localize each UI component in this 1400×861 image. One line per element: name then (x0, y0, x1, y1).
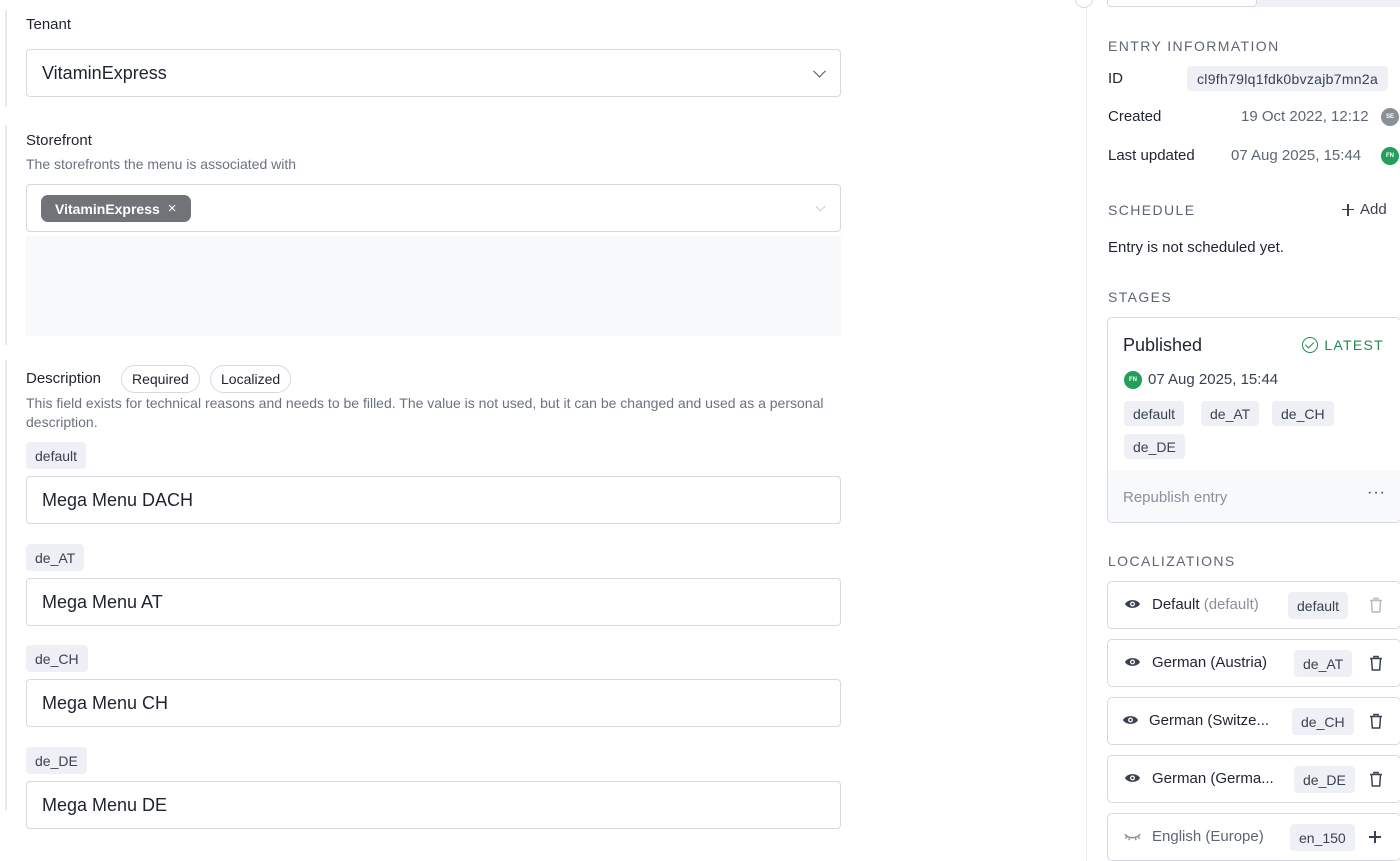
localization-label: English (Europe) (1152, 828, 1264, 845)
eye-icon[interactable] (1124, 772, 1141, 784)
eye-icon[interactable] (1122, 714, 1139, 726)
localization-row-en-150[interactable]: English (Europe) en_150 (1107, 813, 1400, 861)
check-circle-icon (1302, 337, 1319, 353)
tenant-label: Tenant (26, 16, 72, 33)
plus-icon (1342, 203, 1354, 216)
description-input-de-de[interactable]: Mega Menu DE (26, 781, 841, 829)
tenant-value: VitaminExpress (42, 62, 167, 83)
localization-suffix: (default) (1203, 596, 1259, 613)
stage-date: 07 Aug 2025, 15:44 (1148, 371, 1279, 388)
localization-code: de_DE (1294, 766, 1355, 793)
sidebar-toggle[interactable] (1075, 0, 1093, 8)
storefront-help: The storefronts the menu is associated w… (26, 156, 297, 172)
trash-icon[interactable] (1369, 655, 1383, 671)
latest-badge: LATEST (1302, 337, 1384, 353)
schedule-empty-text: Entry is not scheduled yet. (1108, 239, 1284, 256)
description-value: Mega Menu DACH (42, 489, 194, 510)
description-input-default[interactable]: Mega Menu DACH (26, 476, 841, 524)
description-value: Mega Menu AT (42, 591, 163, 612)
avatar: FN (1124, 371, 1142, 389)
eye-icon[interactable] (1124, 656, 1141, 668)
latest-label: LATEST (1324, 337, 1384, 353)
localization-row-de-at[interactable]: German (Austria) de_AT (1107, 639, 1400, 687)
localization-name: German (Switze... (1149, 712, 1270, 729)
storefront-label: Storefront (26, 132, 92, 149)
created-value: 19 Oct 2022, 12:12 (1241, 108, 1369, 125)
trash-icon[interactable] (1369, 771, 1383, 787)
localization-name: English (Europe) (1152, 828, 1264, 845)
updated-value: 07 Aug 2025, 15:44 (1231, 147, 1362, 164)
description-help: This field exists for technical reasons … (26, 395, 824, 430)
storefront-chip-label: VitaminExpress (55, 200, 160, 217)
stage-card-published: Published LATEST FN 07 Aug 2025, 15:44 d… (1107, 317, 1400, 523)
localization-name: German (Germa... (1152, 770, 1274, 787)
add-label: Add (1360, 201, 1387, 218)
eye-off-icon[interactable] (1124, 830, 1141, 842)
more-horizontal-icon[interactable]: ··· (1367, 484, 1386, 502)
entry-form: Tenant VitaminExpress Storefront The sto… (0, 0, 1060, 861)
section-rail (5, 10, 7, 107)
republish-entry-button[interactable]: Republish entry (1123, 489, 1227, 506)
entry-info-heading: ENTRY INFORMATION (1108, 38, 1280, 54)
locale-tag-de-de: de_DE (26, 747, 87, 774)
avatar: FN (1381, 147, 1399, 165)
updated-label: Last updated (1108, 147, 1195, 164)
localization-code: de_AT (1294, 650, 1353, 677)
avatar: SE (1381, 108, 1399, 126)
description-value: Mega Menu CH (42, 692, 169, 713)
stage-tag: de_DE (1124, 434, 1185, 459)
chevron-down-icon (815, 201, 826, 212)
locale-tag-default: default (26, 442, 87, 469)
section-rail (5, 360, 7, 810)
locale-tag-de-at: de_AT (26, 544, 85, 571)
storefront-empty-area (26, 236, 841, 336)
add-schedule-button[interactable]: Add (1342, 201, 1387, 218)
sidebar-tab[interactable] (1107, 0, 1257, 7)
localization-row-de-de[interactable]: German (Germa... de_DE (1107, 755, 1400, 803)
description-value: Mega Menu DE (42, 794, 168, 815)
stage-tag: default (1124, 401, 1185, 426)
description-input-de-ch[interactable]: Mega Menu CH (26, 679, 841, 727)
close-icon[interactable]: × (168, 200, 177, 217)
stages-heading: STAGES (1108, 289, 1173, 305)
stage-tag: de_CH (1272, 401, 1334, 426)
trash-icon[interactable] (1369, 713, 1383, 729)
localization-name: German (Austria) (1152, 654, 1268, 671)
localizations-heading: LOCALIZATIONS (1108, 553, 1236, 569)
schedule-heading: SCHEDULE (1108, 202, 1196, 218)
localization-row-de-ch[interactable]: German (Switze... de_CH (1107, 697, 1400, 745)
tenant-select[interactable]: VitaminExpress (26, 49, 841, 97)
localization-code: de_CH (1292, 708, 1354, 735)
localization-row-default[interactable]: Default (default) default (1107, 581, 1400, 629)
stage-title: Published (1123, 335, 1203, 355)
stage-tag: de_AT (1201, 401, 1260, 426)
eye-icon[interactable] (1124, 598, 1141, 610)
locale-tag-de-ch: de_CH (26, 645, 88, 672)
localization-code: en_150 (1290, 824, 1355, 851)
localization-label: Default (1152, 596, 1200, 613)
storefront-chip: VitaminExpress × (41, 195, 191, 222)
chevron-down-icon (813, 64, 826, 78)
localized-badge: Localized (210, 365, 292, 393)
sidebar-tab[interactable] (1257, 0, 1400, 7)
trash-icon[interactable] (1369, 597, 1383, 613)
created-label: Created (1108, 108, 1162, 125)
id-label: ID (1108, 70, 1123, 87)
section-rail (5, 125, 7, 345)
plus-icon[interactable] (1369, 831, 1381, 843)
id-value[interactable]: cl9fh79lq1fdk0bvzajb7mn2a (1187, 66, 1389, 91)
localization-name: Default (default) (1152, 596, 1259, 613)
localization-code: default (1288, 592, 1349, 619)
required-badge: Required (121, 365, 200, 393)
entry-sidebar: ENTRY INFORMATION ID cl9fh79lq1fdk0bvzaj… (1075, 0, 1400, 861)
description-label: Description (26, 370, 102, 387)
description-input-de-at[interactable]: Mega Menu AT (26, 578, 841, 626)
